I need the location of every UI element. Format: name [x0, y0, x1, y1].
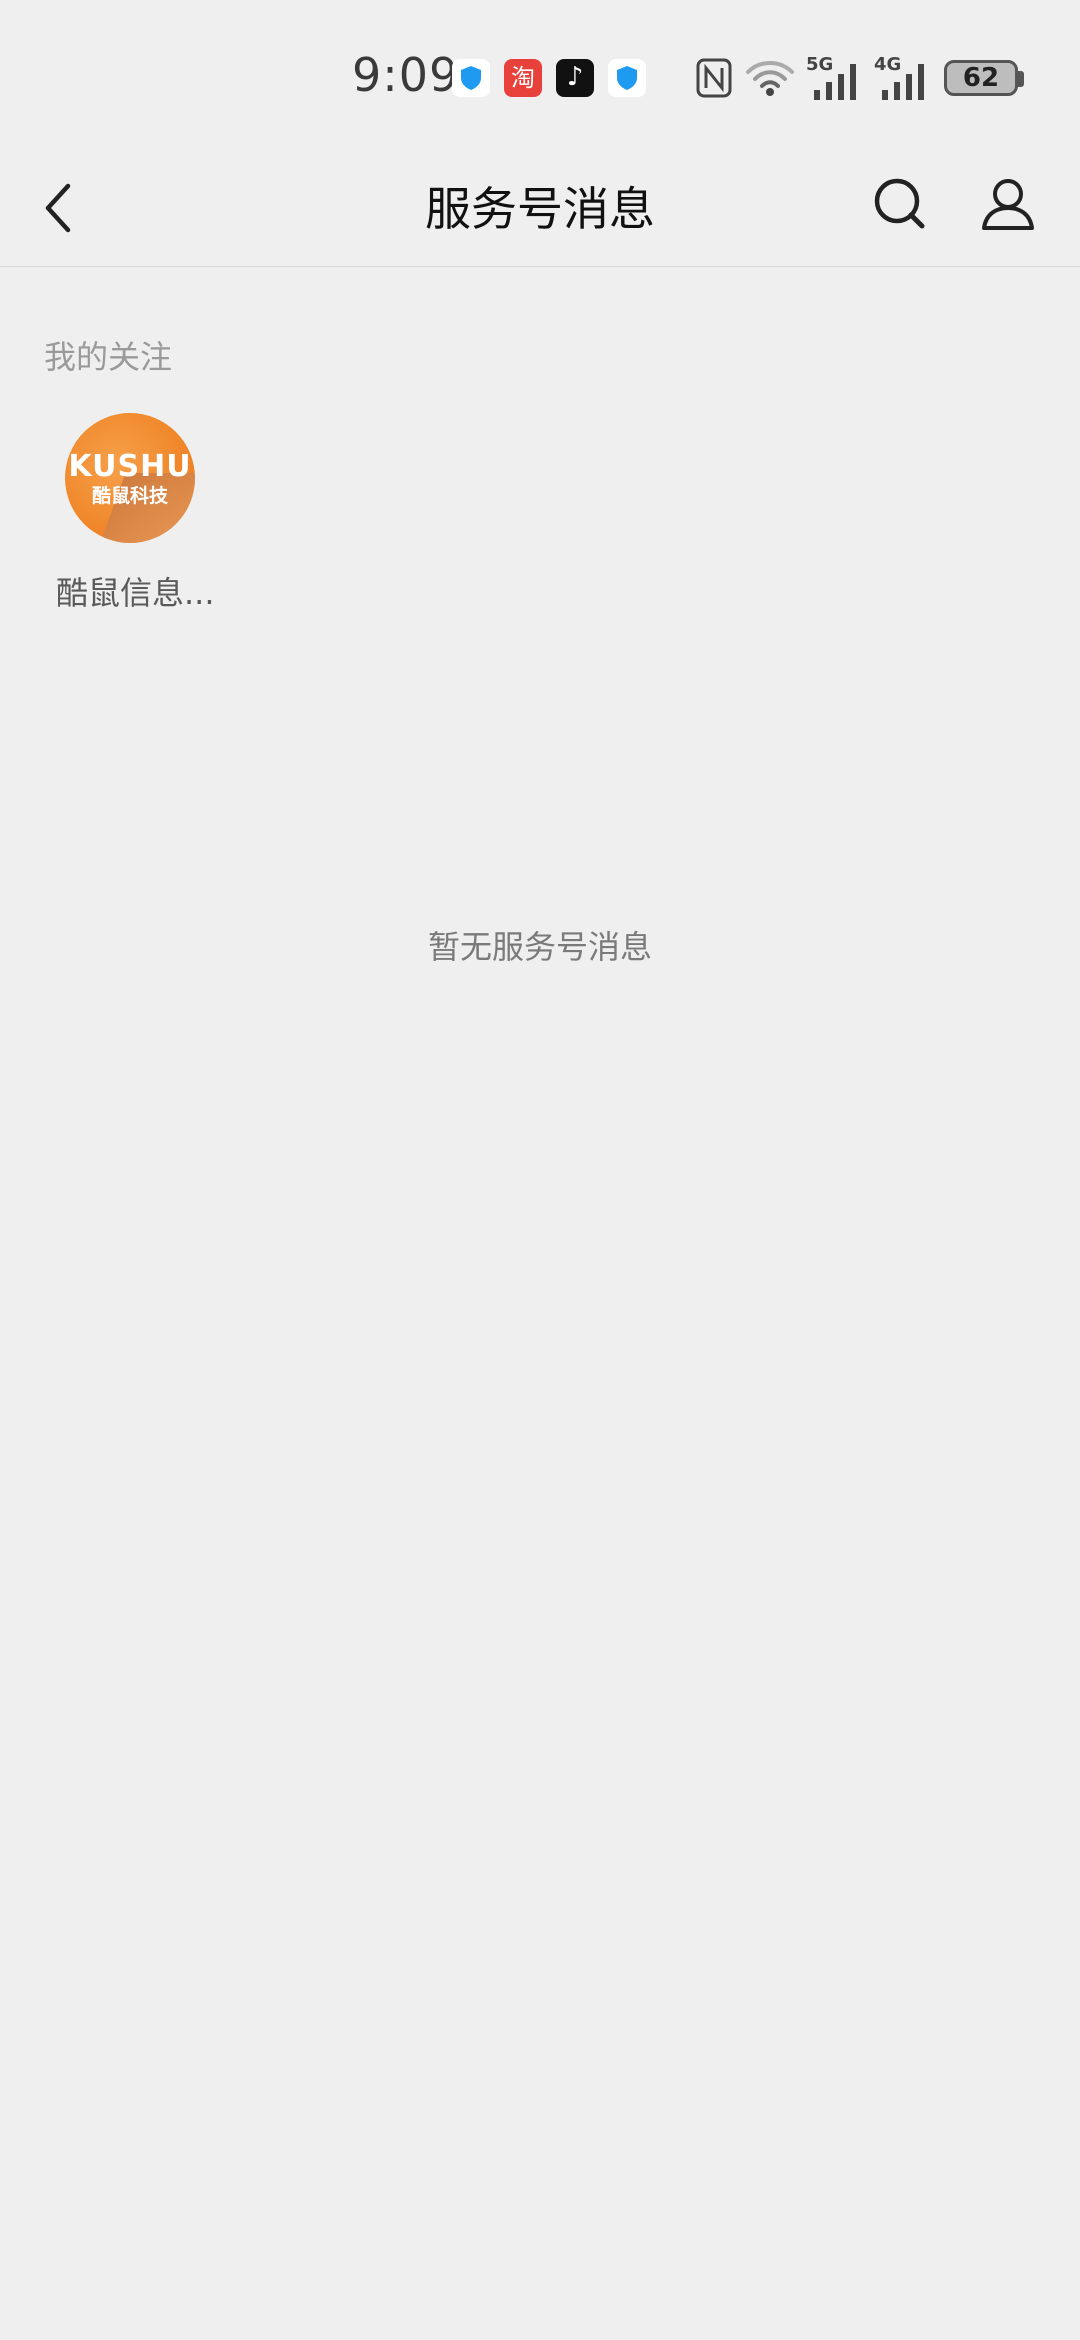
battery-icon: 62: [944, 60, 1018, 96]
nfc-icon: [696, 58, 732, 98]
status-bar: 9:09 淘 ♪ 5G 4G 62: [0, 0, 1080, 150]
douyin-icon: ♪: [556, 59, 594, 97]
top-nav-bar: 服务号消息: [0, 150, 1080, 267]
signal-4g-icon: 4G: [874, 54, 932, 104]
taobao-icon: 淘: [504, 59, 542, 97]
search-icon: [874, 178, 925, 229]
avatar-logo-subtext: 酷鼠科技: [91, 485, 168, 507]
battery-level: 62: [962, 63, 1000, 93]
wifi-icon: [746, 61, 794, 96]
profile-button[interactable]: [976, 172, 1040, 236]
status-time: 9:09: [352, 48, 460, 102]
battery-tip: [1018, 71, 1024, 87]
shield-icon: [608, 59, 646, 97]
followed-account[interactable]: KUSHU 酷鼠科技 酷鼠信息...: [40, 412, 220, 612]
avatar: KUSHU 酷鼠科技: [65, 413, 195, 543]
empty-state-message: 暂无服务号消息: [427, 928, 652, 966]
signal-5g-icon: 5G: [806, 54, 864, 104]
shield-icon: [452, 59, 490, 97]
avatar-logo-text: KUSHU: [68, 449, 192, 484]
person-icon: [982, 179, 1034, 230]
search-button[interactable]: [870, 172, 934, 236]
account-name: 酷鼠信息...: [56, 574, 215, 612]
section-title-following: 我的关注: [44, 338, 173, 376]
